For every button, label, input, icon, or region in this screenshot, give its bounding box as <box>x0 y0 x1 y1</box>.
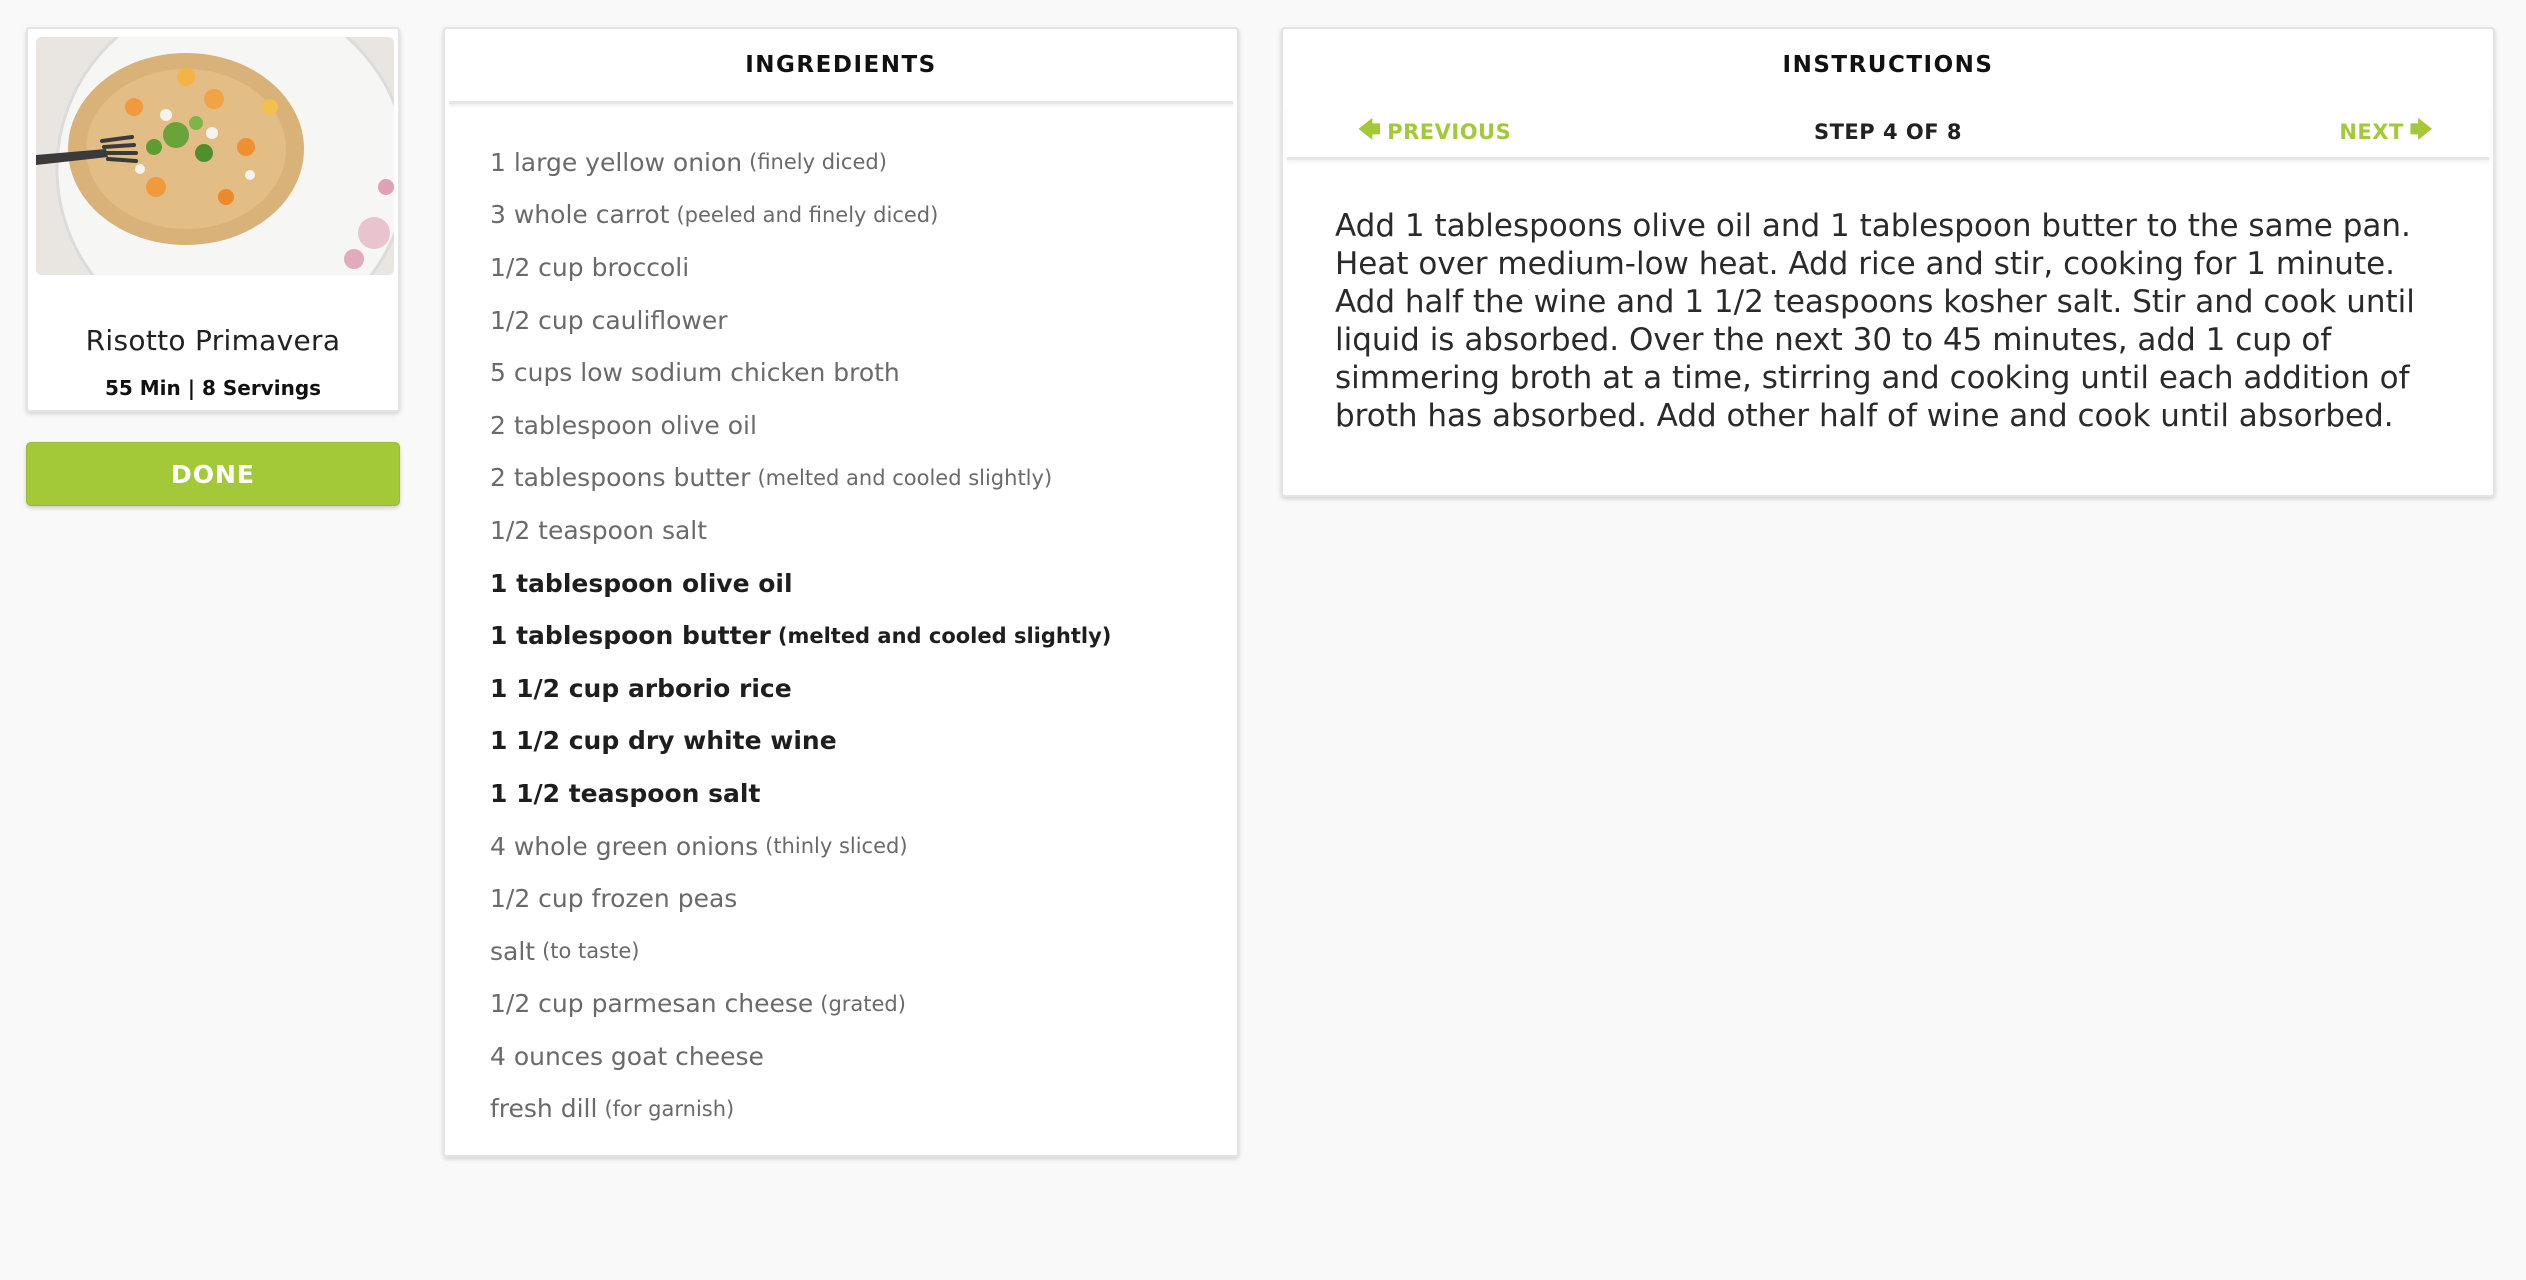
ingredient-item: salt (to taste) <box>490 925 1217 978</box>
ingredient-note: (melted and cooled slightly) <box>777 623 1112 648</box>
ingredient-text: 1 1/2 cup arborio rice <box>490 673 792 703</box>
recipe-time-servings: 55 Min | 8 Servings <box>104 376 322 400</box>
ingredient-item: 1 1/2 cup dry white wine <box>490 715 1217 768</box>
next-label: NEXT <box>2339 120 2404 144</box>
ingredients-header: INGREDIENTS <box>745 52 937 78</box>
recipe-photo <box>36 37 394 275</box>
recipe-card: Risotto Primavera 55 Min | 8 Servings <box>26 27 400 412</box>
ingredient-text: 1 large yellow onion <box>490 147 743 177</box>
recipe-title: Risotto Primavera <box>85 324 341 357</box>
ingredient-text: 5 cups low sodium chicken broth <box>490 358 900 388</box>
ingredient-text: 1/2 cup cauliflower <box>490 305 728 335</box>
ingredient-text: 2 tablespoons butter <box>490 463 751 493</box>
ingredient-text: salt <box>490 936 536 966</box>
ingredient-item: 1 1/2 teaspoon salt <box>490 767 1217 820</box>
risotto-image <box>36 37 394 275</box>
ingredient-item: 2 tablespoon olive oil <box>490 399 1217 452</box>
ingredient-item: 1 tablespoon olive oil <box>490 557 1217 610</box>
ingredient-item: 4 whole green onions (thinly sliced) <box>490 820 1217 873</box>
ingredient-item: 1/2 cup frozen peas <box>490 872 1217 925</box>
done-button[interactable]: DONE <box>26 442 400 506</box>
ingredient-text: 1 1/2 cup dry white wine <box>490 726 837 756</box>
ingredient-note: (finely diced) <box>749 150 887 175</box>
ingredient-note: (to taste) <box>542 939 640 964</box>
arrow-right-icon: 🡆 <box>2409 118 2433 143</box>
ingredient-note: (melted and cooled slightly) <box>757 465 1053 490</box>
ingredient-text: 4 whole green onions <box>490 831 759 861</box>
ingredient-text: 1 1/2 teaspoon salt <box>490 778 761 808</box>
ingredient-item: 1/2 cup broccoli <box>490 241 1217 294</box>
ingredient-note: (grated) <box>820 991 906 1016</box>
arrow-left-icon: 🡄 <box>1358 118 1382 143</box>
instructions-card: INSTRUCTIONS STEP 4 OF 8 🡄 PREVIOUS NEXT… <box>1281 27 2495 497</box>
ingredient-item: 2 tablespoons butter (melted and cooled s… <box>490 452 1217 505</box>
instruction-text: Add 1 tablespoons olive oil and 1 tables… <box>1335 208 2415 434</box>
ingredient-item: 1/2 teaspoon salt <box>490 504 1217 557</box>
ingredient-note: (thinly sliced) <box>765 834 908 859</box>
ingredient-text: fresh dill <box>490 1094 598 1124</box>
header-divider <box>449 101 1233 104</box>
ingredient-item: 1 large yellow onion (finely diced) <box>490 136 1217 189</box>
ingredient-text: 1 tablespoon butter <box>490 621 771 651</box>
ingredient-item: fresh dill (for garnish) <box>490 1083 1217 1136</box>
ingredient-list: 1 large yellow onion (finely diced) 3 whol… <box>490 136 1217 1135</box>
ingredient-text: 1/2 teaspoon salt <box>490 515 708 545</box>
ingredient-text: 1 tablespoon olive oil <box>490 568 793 598</box>
previous-label: PREVIOUS <box>1387 120 1512 144</box>
ingredient-text: 1/2 cup frozen peas <box>490 884 738 914</box>
ingredient-item: 1/2 cup parmesan cheese (grated) <box>490 978 1217 1031</box>
instructions-header: INSTRUCTIONS <box>1782 52 1994 78</box>
ingredient-item: 3 whole carrot (peeled and finely diced) <box>490 189 1217 242</box>
ingredient-text: 4 ounces goat cheese <box>490 1041 764 1071</box>
ingredient-text: 1/2 cup parmesan cheese <box>490 989 814 1019</box>
ingredient-item: 1 1/2 cup arborio rice <box>490 662 1217 715</box>
ingredient-text: 3 whole carrot <box>490 200 670 230</box>
ingredient-text: 2 tablespoon olive oil <box>490 410 757 440</box>
next-button[interactable]: NEXT 🡆 <box>2339 104 2433 160</box>
step-navigation: STEP 4 OF 8 🡄 PREVIOUS NEXT 🡆 <box>1287 104 2489 160</box>
ingredients-card: INGREDIENTS 1 large yellow onion (finely … <box>443 27 1239 1157</box>
ingredient-note: (peeled and finely diced) <box>676 202 939 227</box>
ingredient-text: 1/2 cup broccoli <box>490 252 690 282</box>
ingredient-item: 1 tablespoon butter (melted and cooled sl… <box>490 609 1217 662</box>
previous-button[interactable]: 🡄 PREVIOUS <box>1358 104 1511 160</box>
ingredient-item: 1/2 cup cauliflower <box>490 294 1217 347</box>
ingredient-note: (for garnish) <box>604 1096 735 1121</box>
ingredient-item: 5 cups low sodium chicken broth <box>490 346 1217 399</box>
ingredient-item: 4 ounces goat cheese <box>490 1030 1217 1083</box>
